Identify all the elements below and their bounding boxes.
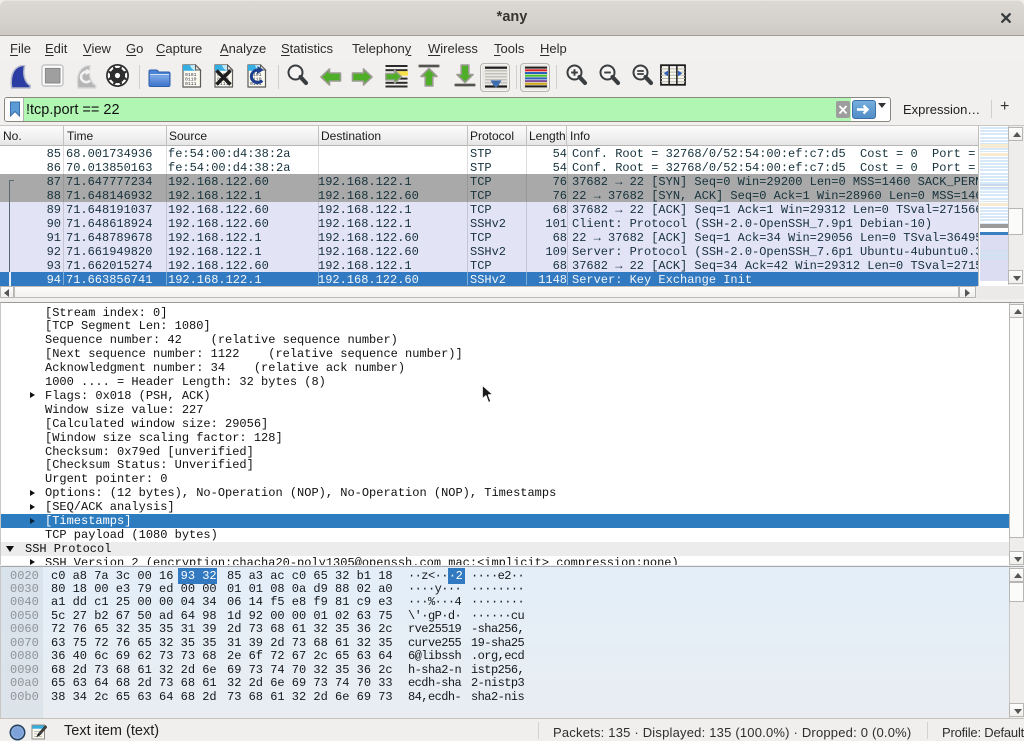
svg-text:0111: 0111 xyxy=(185,81,197,87)
